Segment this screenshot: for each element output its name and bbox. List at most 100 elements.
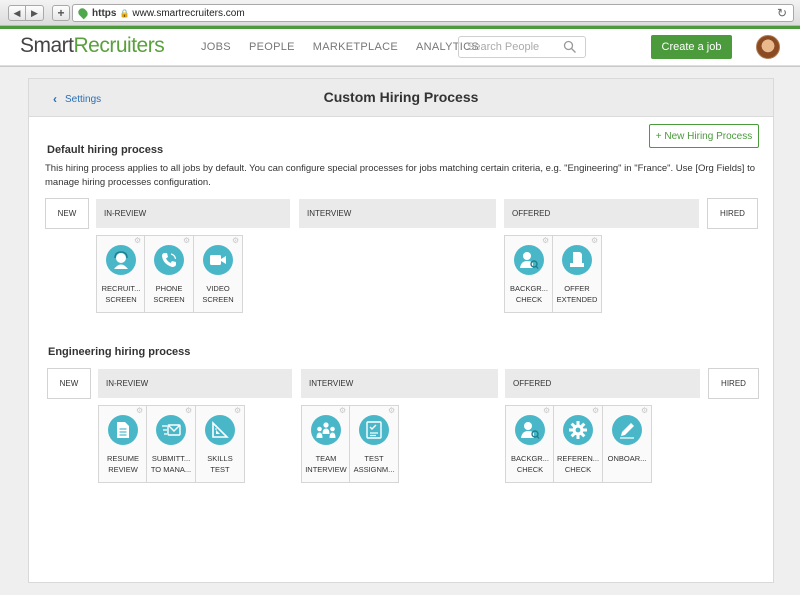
step-label-line2: SCREEN — [202, 295, 234, 304]
new-hiring-process-button[interactable]: + New Hiring Process — [649, 124, 759, 148]
step-label-line2: REVIEW — [108, 465, 138, 474]
step-card[interactable]: ⚙ ONBOAR... — [603, 405, 652, 483]
gear-icon[interactable]: ⚙ — [543, 407, 551, 415]
create-job-button[interactable]: Create a job — [651, 35, 732, 59]
step-card[interactable]: ⚙ TEST ASSIGNM... — [350, 405, 399, 483]
offer-document-icon — [562, 245, 592, 275]
step-label-line2: CHECK — [564, 465, 592, 474]
step-label: RECRUIT... SCREEN — [97, 283, 145, 305]
browser-back-button[interactable]: ◀ — [8, 5, 26, 21]
default-in-review-steps: ⚙ RECRUIT... SCREEN ⚙ PHONE SCREEN ⚙ VIDEO… — [96, 235, 243, 313]
stage-hired[interactable]: HIRED — [708, 368, 759, 399]
gear-icon[interactable]: ⚙ — [234, 407, 242, 415]
recruiter-icon — [106, 245, 136, 275]
nav-jobs[interactable]: JOBS — [201, 41, 231, 53]
step-label-line2: ASSIGNM... — [353, 465, 395, 474]
step-label: SUBMITT... TO MANA... — [147, 453, 195, 475]
phone-icon — [154, 245, 184, 275]
step-label: PHONE SCREEN — [145, 283, 193, 305]
step-label-line1: BACKGR... — [510, 284, 548, 293]
skills-test-icon — [205, 415, 235, 445]
lock-icon: 🔒 — [119, 8, 130, 18]
step-label-line2: SCREEN — [153, 295, 185, 304]
gear-icon[interactable]: ⚙ — [542, 237, 550, 245]
background-check-icon — [515, 415, 545, 445]
gear-icon[interactable]: ⚙ — [185, 407, 193, 415]
step-label: BACKGR... CHECK — [505, 283, 553, 305]
new-tab-button[interactable]: + — [52, 5, 70, 21]
gear-icon[interactable]: ⚙ — [592, 407, 600, 415]
stage-in-review[interactable]: IN-REVIEW — [96, 199, 290, 228]
stage-new[interactable]: NEW — [45, 198, 89, 229]
step-card[interactable]: ⚙ RESUME REVIEW — [98, 405, 147, 483]
step-label-line2: EXTENDED — [556, 295, 598, 304]
logo[interactable]: SmartRecruiters — [20, 34, 165, 58]
settings-panel: ‹ Settings Custom Hiring Process + New H… — [28, 78, 774, 583]
step-label: SKILLS TEST — [196, 453, 244, 475]
step-label-line2: TO MANA... — [150, 465, 192, 474]
stage-in-review[interactable]: IN-REVIEW — [98, 369, 292, 398]
step-label-line1: VIDEO — [206, 284, 230, 293]
gear-icon[interactable]: ⚙ — [591, 237, 599, 245]
gear-icon[interactable]: ⚙ — [183, 237, 191, 245]
step-label-line1: RESUME — [106, 454, 140, 463]
nav-marketplace[interactable]: MARKETPLACE — [313, 41, 398, 53]
gear-icon[interactable]: ⚙ — [388, 407, 396, 415]
step-card[interactable]: ⚙ SUBMITT... TO MANA... — [147, 405, 196, 483]
stage-hired[interactable]: HIRED — [707, 198, 758, 229]
reload-icon[interactable]: ↻ — [777, 6, 787, 20]
search-placeholder: Search People — [467, 41, 540, 53]
gear-icon[interactable]: ⚙ — [339, 407, 347, 415]
gear-icon[interactable]: ⚙ — [136, 407, 144, 415]
panel-header: ‹ Settings Custom Hiring Process — [29, 79, 773, 117]
background-check-icon — [514, 245, 544, 275]
stage-offered[interactable]: OFFERED — [505, 369, 700, 398]
step-card[interactable]: ⚙ RECRUIT... SCREEN — [96, 235, 145, 313]
step-label-line1: REFEREN... — [556, 454, 600, 463]
stage-offered[interactable]: OFFERED — [504, 199, 699, 228]
stage-interview[interactable]: INTERVIEW — [299, 199, 496, 228]
step-label-line1: TEAM — [315, 454, 337, 463]
app-header: SmartRecruiters JOBS PEOPLE MARKETPLACE … — [0, 26, 800, 66]
step-card[interactable]: ⚙ VIDEO SCREEN — [194, 235, 243, 313]
step-label-line2: INTERVIEW — [305, 465, 347, 474]
browser-forward-button[interactable]: ▶ — [26, 5, 44, 21]
step-card[interactable]: ⚙ SKILLS TEST — [196, 405, 245, 483]
step-label-line2: SCREEN — [105, 295, 137, 304]
search-icon[interactable] — [563, 40, 577, 54]
onboarding-icon — [612, 415, 642, 445]
gear-icon[interactable]: ⚙ — [232, 237, 240, 245]
step-card[interactable]: ⚙ OFFER EXTENDED — [553, 235, 602, 313]
engineering-in-review-steps: ⚙ RESUME REVIEW ⚙ SUBMITT... TO MANA... ⚙ … — [98, 405, 245, 483]
test-assignment-icon — [359, 415, 389, 445]
reference-check-icon — [563, 415, 593, 445]
stage-new[interactable]: NEW — [47, 368, 91, 399]
gear-icon[interactable]: ⚙ — [134, 237, 142, 245]
engineering-interview-steps: ⚙ TEAM INTERVIEW ⚙ TEST ASSIGNM... — [301, 405, 399, 483]
avatar[interactable] — [756, 35, 780, 59]
default-offered-steps: ⚙ BACKGR... CHECK ⚙ OFFER EXTENDED — [504, 235, 602, 313]
step-label-line1: RECRUIT... — [101, 284, 141, 293]
engineering-offered-steps: ⚙ BACKGR... CHECK ⚙ REFEREN... CHECK ⚙ ONB… — [505, 405, 652, 483]
search-input[interactable]: Search People — [458, 36, 586, 58]
step-label-line1: OFFER — [564, 284, 590, 293]
nav-people[interactable]: PEOPLE — [249, 41, 295, 53]
step-card[interactable]: ⚙ PHONE SCREEN — [145, 235, 194, 313]
step-label-line1: BACKGR... — [511, 454, 549, 463]
step-label-line2: TEST — [210, 465, 230, 474]
gear-icon[interactable]: ⚙ — [641, 407, 649, 415]
step-card[interactable]: ⚙ BACKGR... CHECK — [505, 405, 554, 483]
step-label-line1: PHONE — [155, 284, 183, 293]
step-label: REFEREN... CHECK — [554, 453, 602, 475]
step-card[interactable]: ⚙ REFEREN... CHECK — [554, 405, 603, 483]
step-label-line2: CHECK — [515, 295, 543, 304]
step-card[interactable]: ⚙ TEAM INTERVIEW — [301, 405, 350, 483]
default-process-title: Default hiring process — [47, 144, 164, 156]
logo-recruiters: Recruiters — [73, 34, 165, 57]
top-nav: JOBS PEOPLE MARKETPLACE ANALYTICS — [201, 41, 497, 53]
stage-interview[interactable]: INTERVIEW — [301, 369, 498, 398]
step-label-line2: CHECK — [516, 465, 544, 474]
step-card[interactable]: ⚙ BACKGR... CHECK — [504, 235, 553, 313]
step-label: RESUME REVIEW — [99, 453, 147, 475]
address-bar[interactable]: https 🔒 www.smartrecruiters.com ↻ — [72, 4, 794, 22]
